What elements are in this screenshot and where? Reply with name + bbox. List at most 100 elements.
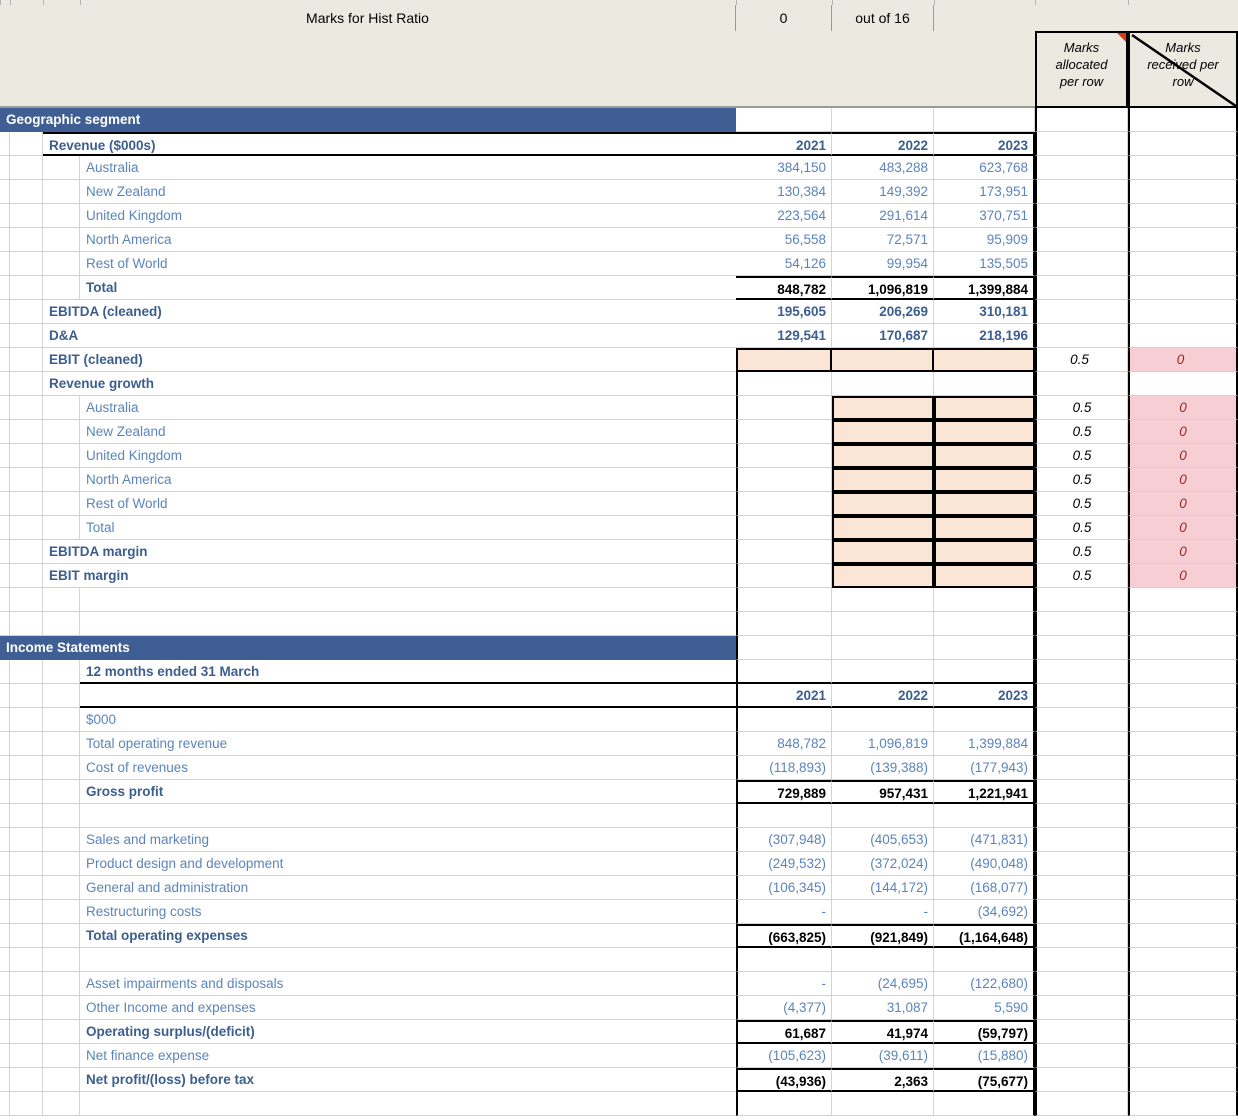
growth-input-2022[interactable] — [832, 516, 934, 540]
marks-allocated-cell[interactable] — [1035, 276, 1128, 300]
marks-received-cell[interactable] — [1128, 108, 1238, 132]
marks-allocated-cell[interactable] — [1035, 1044, 1128, 1068]
marks-allocated-cell[interactable] — [1035, 900, 1128, 924]
marks-received-cell[interactable] — [1128, 924, 1238, 948]
marks-received-cell[interactable] — [1128, 804, 1238, 828]
marks-received-cell[interactable] — [1128, 156, 1238, 180]
marks-received-cell[interactable]: 0 — [1128, 540, 1238, 564]
marks-received-cell[interactable] — [1128, 660, 1238, 684]
marks-received-cell[interactable] — [1128, 828, 1238, 852]
marks-allocated-cell[interactable] — [1035, 924, 1128, 948]
marks-received-cell[interactable]: 0 — [1128, 348, 1238, 372]
marks-allocated-cell[interactable] — [1035, 828, 1128, 852]
marks-allocated-cell[interactable]: 0.5 — [1035, 516, 1128, 540]
marks-allocated-cell[interactable] — [1035, 204, 1128, 228]
marks-received-cell[interactable] — [1128, 948, 1238, 972]
marks-received-cell[interactable] — [1128, 972, 1238, 996]
marks-received-cell[interactable] — [1128, 324, 1238, 348]
marks-allocated-cell[interactable] — [1035, 732, 1128, 756]
marks-received-cell[interactable]: 0 — [1128, 444, 1238, 468]
marks-allocated-cell[interactable] — [1035, 1020, 1128, 1044]
marks-allocated-cell[interactable]: 0.5 — [1035, 492, 1128, 516]
growth-input-2022[interactable] — [832, 396, 934, 420]
growth-input-2022[interactable] — [832, 492, 934, 516]
marks-allocated-cell[interactable] — [1035, 228, 1128, 252]
marks-received-cell[interactable] — [1128, 204, 1238, 228]
ebit-cleaned-input-2021[interactable] — [736, 348, 832, 372]
growth-input-2023[interactable] — [934, 468, 1035, 492]
marks-received-cell[interactable] — [1128, 228, 1238, 252]
marks-allocated-cell[interactable] — [1035, 1092, 1128, 1116]
growth-input-2023[interactable] — [934, 444, 1035, 468]
marks-received-cell[interactable] — [1128, 588, 1238, 612]
marks-allocated-cell[interactable] — [1035, 300, 1128, 324]
marks-allocated-cell[interactable]: 0.5 — [1035, 468, 1128, 492]
growth-input-2023[interactable] — [934, 516, 1035, 540]
marks-allocated-cell[interactable] — [1035, 660, 1128, 684]
marks-received-cell[interactable] — [1128, 900, 1238, 924]
marks-allocated-cell[interactable] — [1035, 972, 1128, 996]
marks-allocated-cell[interactable]: 0.5 — [1035, 396, 1128, 420]
marks-allocated-cell[interactable] — [1035, 324, 1128, 348]
marks-received-cell[interactable] — [1128, 780, 1238, 804]
marks-allocated-cell[interactable] — [1035, 708, 1128, 732]
marks-allocated-cell[interactable] — [1035, 756, 1128, 780]
growth-input-2023[interactable] — [934, 396, 1035, 420]
ebit-margin-input-2022[interactable] — [832, 564, 934, 588]
marks-allocated-cell[interactable] — [1035, 252, 1128, 276]
marks-received-cell[interactable] — [1128, 252, 1238, 276]
marks-received-cell[interactable] — [1128, 372, 1238, 396]
ebit-margin-input-2023[interactable] — [934, 564, 1035, 588]
marks-allocated-cell[interactable]: 0.5 — [1035, 420, 1128, 444]
marks-allocated-cell[interactable] — [1035, 156, 1128, 180]
ebitda-margin-input-2022[interactable] — [832, 540, 934, 564]
marks-allocated-cell[interactable] — [1035, 996, 1128, 1020]
marks-received-cell[interactable] — [1128, 1068, 1238, 1092]
marks-received-cell[interactable] — [1128, 1092, 1238, 1116]
marks-received-cell[interactable]: 0 — [1128, 492, 1238, 516]
marks-received-cell[interactable]: 0 — [1128, 564, 1238, 588]
marks-received-cell[interactable] — [1128, 708, 1238, 732]
marks-allocated-cell[interactable] — [1035, 876, 1128, 900]
marks-allocated-cell[interactable] — [1035, 612, 1128, 636]
marks-received-cell[interactable] — [1128, 732, 1238, 756]
marks-received-cell[interactable] — [1128, 996, 1238, 1020]
marks-received-cell[interactable] — [1128, 300, 1238, 324]
marks-allocated-cell[interactable]: 0.5 — [1035, 348, 1128, 372]
growth-input-2023[interactable] — [934, 420, 1035, 444]
marks-received-cell[interactable] — [1128, 852, 1238, 876]
marks-received-cell[interactable]: 0 — [1128, 420, 1238, 444]
marks-allocated-cell[interactable] — [1035, 588, 1128, 612]
marks-received-cell[interactable] — [1128, 636, 1238, 660]
marks-received-cell[interactable] — [1128, 180, 1238, 204]
marks-received-cell[interactable] — [1128, 684, 1238, 708]
marks-allocated-cell[interactable]: 0.5 — [1035, 444, 1128, 468]
marks-received-cell[interactable] — [1128, 876, 1238, 900]
marks-received-cell[interactable] — [1128, 276, 1238, 300]
marks-allocated-cell[interactable] — [1035, 780, 1128, 804]
marks-received-cell[interactable] — [1128, 612, 1238, 636]
ebit-cleaned-input-2022[interactable] — [832, 348, 934, 372]
marks-allocated-cell[interactable] — [1035, 636, 1128, 660]
ebitda-margin-input-2023[interactable] — [934, 540, 1035, 564]
marks-allocated-cell[interactable] — [1035, 852, 1128, 876]
marks-allocated-cell[interactable] — [1035, 108, 1128, 132]
marks-allocated-cell[interactable]: 0.5 — [1035, 540, 1128, 564]
marks-allocated-cell[interactable] — [1035, 948, 1128, 972]
marks-allocated-cell[interactable] — [1035, 132, 1128, 156]
marks-allocated-cell[interactable] — [1035, 804, 1128, 828]
marks-allocated-cell[interactable]: 0.5 — [1035, 564, 1128, 588]
marks-allocated-cell[interactable] — [1035, 1068, 1128, 1092]
marks-allocated-cell[interactable] — [1035, 180, 1128, 204]
marks-received-cell[interactable] — [1128, 756, 1238, 780]
marks-received-cell[interactable]: 0 — [1128, 396, 1238, 420]
growth-input-2022[interactable] — [832, 420, 934, 444]
marks-allocated-cell[interactable] — [1035, 684, 1128, 708]
marks-received-cell[interactable]: 0 — [1128, 468, 1238, 492]
marks-received-cell[interactable] — [1128, 1020, 1238, 1044]
growth-input-2023[interactable] — [934, 492, 1035, 516]
marks-received-cell[interactable] — [1128, 132, 1238, 156]
growth-input-2022[interactable] — [832, 444, 934, 468]
marks-received-cell[interactable]: 0 — [1128, 516, 1238, 540]
marks-allocated-cell[interactable] — [1035, 372, 1128, 396]
